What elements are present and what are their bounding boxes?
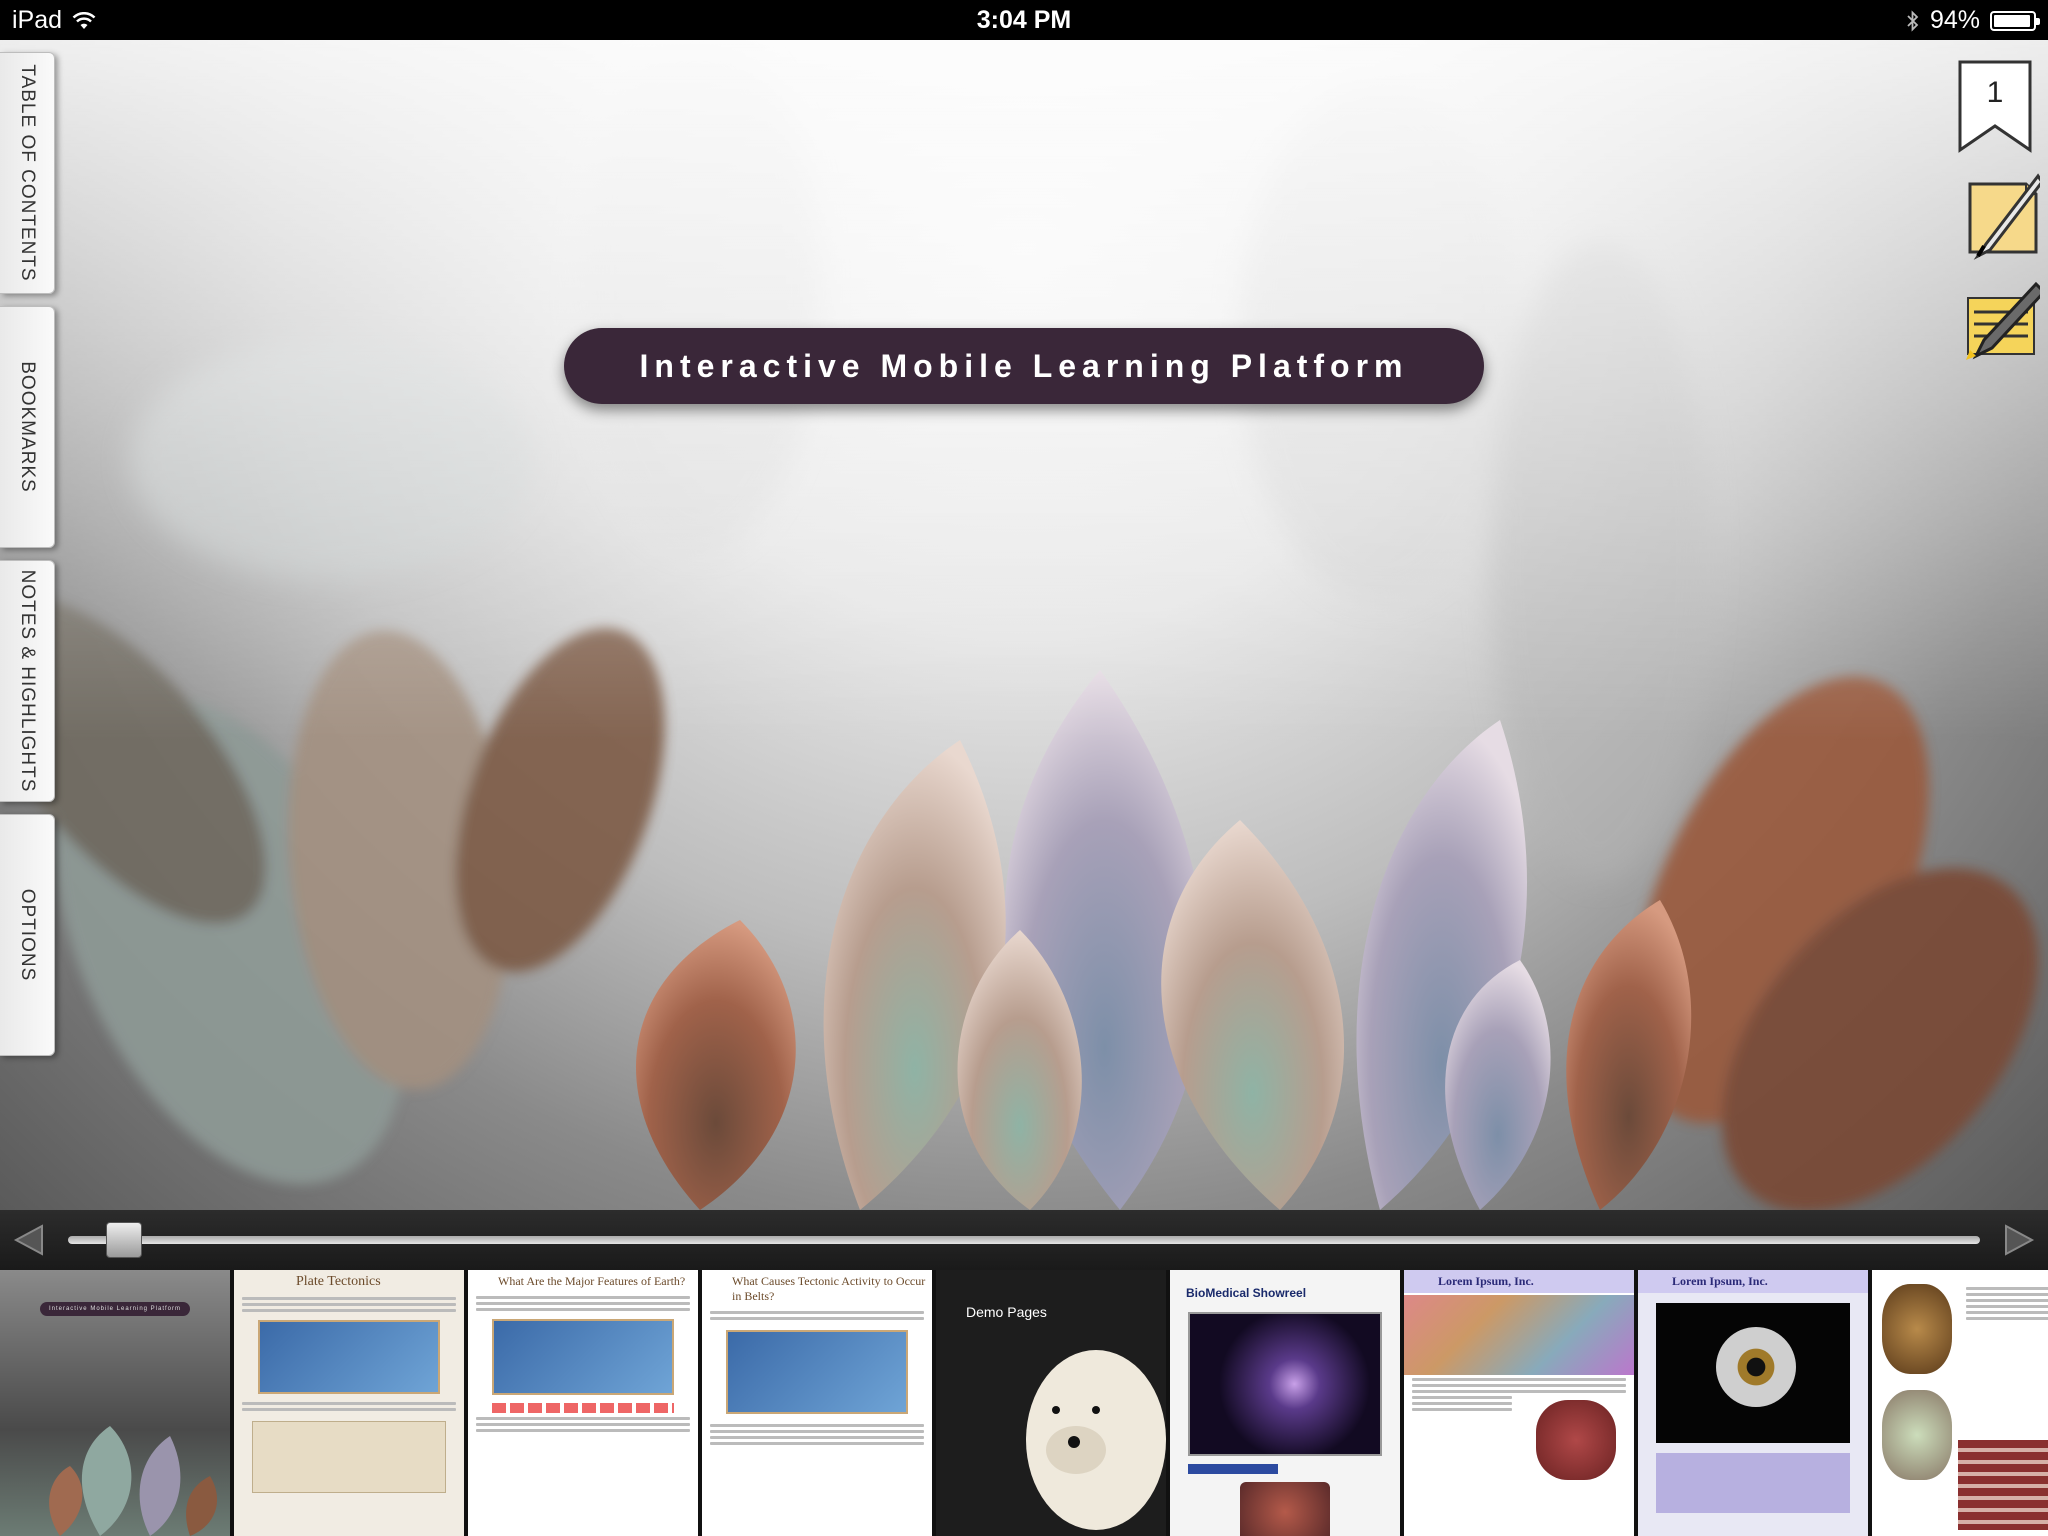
scrubber-track[interactable] xyxy=(68,1236,1980,1244)
pen-note-icon xyxy=(1968,173,2044,260)
status-right: 94% xyxy=(1906,6,2040,35)
tab-table-of-contents[interactable]: TABLE OF CONTENTS xyxy=(0,52,55,294)
thumbnail-video-neuron xyxy=(1188,1312,1382,1456)
thumbnail-page-4[interactable]: What Causes Tectonic Activity to Occur i… xyxy=(702,1270,932,1536)
highlighter-icon xyxy=(1966,281,2047,360)
page-scrubber[interactable] xyxy=(0,1210,2048,1270)
tab-label: OPTIONS xyxy=(17,888,38,982)
battery-percent: 94% xyxy=(1929,6,1980,34)
thumbnail-page-8[interactable]: Lorem Ipsum, Inc. xyxy=(1638,1270,1868,1536)
page-thumbnail-strip[interactable]: Interactive Mobile Learning Platform Pla… xyxy=(0,1270,2048,1536)
thumbnail-world-map xyxy=(258,1320,440,1394)
battery-icon xyxy=(1990,10,2040,31)
thumbnail-world-map xyxy=(492,1319,674,1395)
tab-label: BOOKMARKS xyxy=(17,361,38,493)
scrubber-handle[interactable] xyxy=(105,1222,142,1258)
tab-bookmarks[interactable]: BOOKMARKS xyxy=(0,306,55,548)
thumbnail-page-3[interactable]: What Are the Major Features of Earth? xyxy=(468,1270,698,1536)
tab-label: NOTES & HIGHLIGHTS xyxy=(17,569,38,793)
highlight-button[interactable] xyxy=(1956,278,2047,368)
thumbnail-world-map xyxy=(726,1330,908,1414)
bookmark-button[interactable]: 1 xyxy=(1956,58,2034,153)
fog-overlay xyxy=(0,40,2048,1210)
book-title-banner: Interactive Mobile Learning Platform xyxy=(564,328,1484,404)
thumbnail-title: What Causes Tectonic Activity to Occur i… xyxy=(732,1274,926,1303)
cover-page[interactable]: Interactive Mobile Learning Platform xyxy=(0,40,2048,1210)
next-page-arrow-icon[interactable] xyxy=(2002,1224,2036,1256)
thumbnail-title: BioMedical Showreel xyxy=(1186,1286,1307,1300)
thumbnail-page-9[interactable] xyxy=(1872,1270,2048,1536)
bluetooth-icon xyxy=(1907,9,1919,32)
thumbnail-page-2[interactable]: Plate Tectonics xyxy=(234,1270,464,1536)
tab-notes-highlights[interactable]: NOTES & HIGHLIGHTS xyxy=(0,560,55,802)
thumbnail-page-7[interactable]: Lorem Ipsum, Inc. xyxy=(1404,1270,1634,1536)
previous-page-arrow-icon[interactable] xyxy=(12,1224,46,1256)
tab-options[interactable]: OPTIONS xyxy=(0,814,55,1056)
thumbnail-eye-image xyxy=(1656,1303,1850,1443)
thumbnail-title xyxy=(1872,1270,2048,1278)
thumbnail-polar-bear-image xyxy=(1026,1350,1166,1530)
tab-label: TABLE OF CONTENTS xyxy=(17,64,38,282)
thumbnail-title: Lorem Ipsum, Inc. xyxy=(1638,1270,1868,1293)
thumbnail-title: Interactive Mobile Learning Platform xyxy=(40,1302,190,1316)
clock: 3:04 PM xyxy=(976,6,1072,34)
thumbnail-title: Lorem Ipsum, Inc. xyxy=(1404,1270,1634,1293)
thumbnail-page-5[interactable]: Demo Pages xyxy=(936,1270,1166,1536)
add-note-button[interactable] xyxy=(1956,166,2044,260)
thumbnail-title: Plate Tectonics xyxy=(296,1274,381,1289)
thumbnail-page-1[interactable]: Interactive Mobile Learning Platform xyxy=(0,1270,230,1536)
thumbnail-succulent-image xyxy=(49,1426,218,1536)
thumbnail-page-6[interactable]: BioMedical Showreel xyxy=(1170,1270,1400,1536)
status-bar: iPad 3:04 PM 94% xyxy=(0,0,2048,40)
thumbnail-title: What Are the Major Features of Earth? xyxy=(498,1274,686,1288)
bookmark-count: 1 xyxy=(1986,76,2004,109)
